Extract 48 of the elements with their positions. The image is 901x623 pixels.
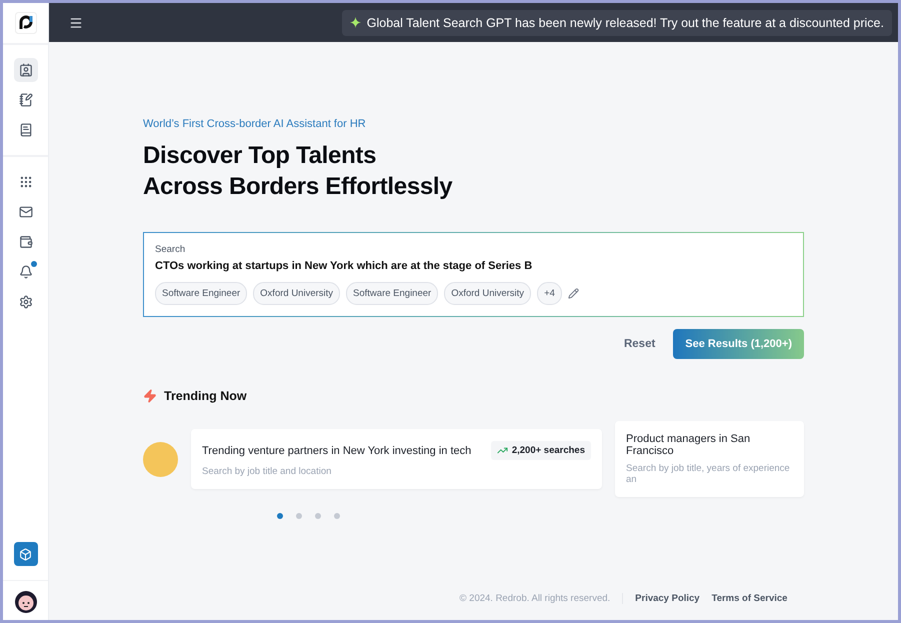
bell-icon	[18, 265, 32, 279]
page-title: Discover Top Talents	[143, 141, 378, 171]
reset-button[interactable]: Reset	[618, 332, 662, 356]
edit-icon[interactable]	[568, 288, 579, 299]
trending-card[interactable]: Trending venture partners in New York investing in tech 2,200+ searches Search by job title and location	[191, 429, 602, 489]
card-title: Product managers in San Francisco	[626, 433, 752, 457]
search-field[interactable]: Search CTOs working at startups in New York which are at the stage of Series B Software Engineer Oxford University Software Engineer Oxford University +4	[143, 232, 804, 317]
lightning-icon	[143, 389, 157, 403]
announcement-text: Global Talent Search GPT has been newly released! Try out the feature at a discounted price.	[366, 16, 884, 30]
pagination-dot[interactable]	[277, 513, 283, 519]
avatar-icon[interactable]	[14, 591, 36, 613]
filter-tag[interactable]: Oxford University	[444, 282, 532, 305]
card-subtitle: Search by job title, years of experience an	[626, 463, 791, 485]
mail-icon	[18, 205, 32, 219]
filter-tag[interactable]: Software Engineer	[155, 282, 248, 305]
trending-card[interactable]: Product managers in San Francisco Search by job title, years of experience an	[615, 421, 804, 497]
pagination-dot[interactable]	[315, 513, 321, 519]
cube-button[interactable]	[14, 542, 38, 566]
search-count: 2,200+ searches	[490, 441, 591, 460]
wallet-icon	[18, 235, 32, 249]
footer-link[interactable]: Privacy Policy	[635, 593, 700, 604]
sparkle-icon	[350, 17, 361, 28]
section-title: Trending Now	[164, 389, 247, 403]
nav-item[interactable]	[14, 58, 38, 82]
copyright-text: © 2024. Redrob. All rights reserved.	[460, 593, 624, 604]
trend-up-icon	[496, 445, 508, 456]
footer-link[interactable]: Terms of Service	[712, 593, 788, 604]
cube-icon	[19, 548, 32, 560]
pagination-dot[interactable]	[296, 513, 302, 519]
more-tags[interactable]: +4	[537, 282, 562, 305]
avatar-placeholder	[143, 442, 178, 476]
page-title: Across Borders Effortlessly	[143, 172, 454, 202]
book-icon	[18, 123, 32, 137]
card-title: Trending venture partners in New York investing in tech	[202, 444, 472, 456]
card-subtitle: Search by job title and location	[202, 466, 332, 477]
search-query: CTOs working at startups in New York which are at the stage of Series B	[155, 260, 534, 272]
search-label: Search	[155, 244, 186, 255]
contact-card-icon	[18, 63, 32, 77]
filter-tag[interactable]: Oxford University	[253, 282, 340, 305]
tagline: World’s First Cross-border AI Assistant for HR	[143, 118, 367, 130]
filter-tag[interactable]: Software Engineer	[346, 282, 438, 305]
pagination-dot[interactable]	[334, 513, 340, 519]
dot-grid-icon	[18, 175, 32, 189]
notification-dot	[30, 261, 36, 267]
notepad-pen-icon	[18, 93, 32, 107]
logo-icon	[14, 12, 36, 34]
settings-icon	[18, 295, 32, 309]
menu-icon[interactable]	[69, 16, 83, 30]
